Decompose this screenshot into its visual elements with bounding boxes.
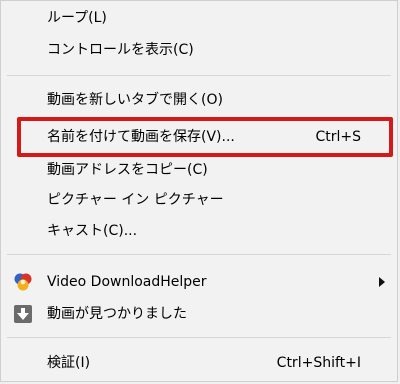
menu-item-label: 動画アドレスをコピー(C) — [47, 162, 208, 178]
menu-item-videos-found[interactable]: 動画が見つかりました — [1, 299, 397, 329]
download-arrow-icon — [13, 304, 33, 324]
menu-item-label: 動画が見つかりました — [47, 306, 187, 322]
menu-item-loop[interactable]: ループ(L) — [1, 3, 397, 33]
submenu-arrow-icon — [379, 277, 385, 287]
menu-item-picture-in-picture[interactable]: ピクチャー イン ピクチャー — [1, 185, 397, 215]
menu-item-label: ピクチャー イン ピクチャー — [47, 192, 224, 208]
video-downloadhelper-icon — [13, 272, 33, 292]
menu-item-shortcut: Ctrl+Shift+I — [276, 355, 361, 371]
menu-item-show-controls[interactable]: コントロールを表示(C) — [1, 35, 397, 65]
menu-item-video-downloadhelper[interactable]: Video DownloadHelper — [1, 267, 397, 297]
context-menu: ループ(L) コントロールを表示(C) 動画を新しいタブで開く(O) 名前を付け… — [0, 0, 398, 382]
menu-item-label: ループ(L) — [47, 10, 107, 26]
menu-separator — [7, 254, 391, 255]
menu-item-label: Video DownloadHelper — [47, 274, 207, 290]
menu-item-label: 検証(I) — [47, 355, 91, 371]
menu-item-copy-video-address[interactable]: 動画アドレスをコピー(C) — [1, 155, 397, 185]
menu-item-label: キャスト(C)... — [47, 223, 138, 239]
menu-item-label: 動画を新しいタブで開く(O) — [47, 92, 223, 108]
menu-separator — [7, 75, 391, 76]
menu-item-inspect[interactable]: 検証(I) Ctrl+Shift+I — [1, 348, 397, 378]
menu-separator — [7, 337, 391, 338]
menu-item-label: コントロールを表示(C) — [47, 42, 194, 58]
menu-item-open-video-new-tab[interactable]: 動画を新しいタブで開く(O) — [1, 85, 397, 115]
highlight-box — [17, 117, 393, 157]
menu-item-cast[interactable]: キャスト(C)... — [1, 216, 397, 246]
